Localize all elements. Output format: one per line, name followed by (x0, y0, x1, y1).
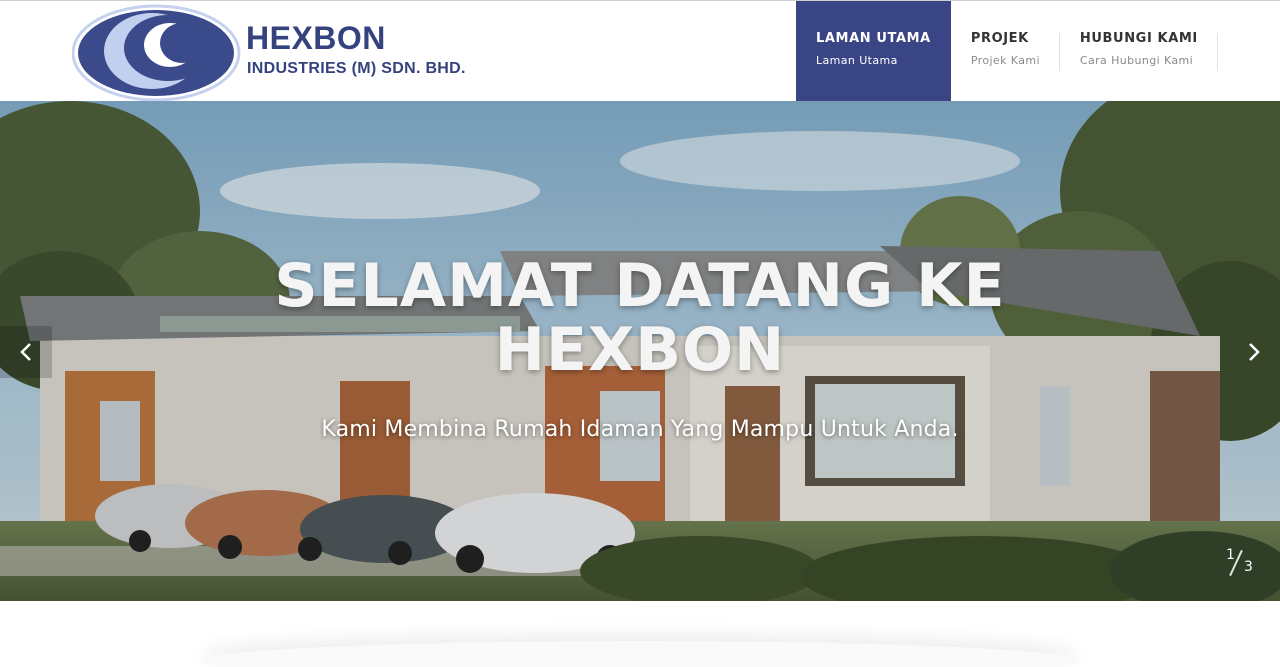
nav-divider (1216, 33, 1218, 71)
chevron-left-icon (20, 343, 31, 361)
slider-next-button[interactable] (1228, 326, 1280, 378)
slider-prev-button[interactable] (0, 326, 52, 378)
nav-item-subtitle: Laman Utama (816, 54, 898, 67)
hero-title: SELAMAT DATANG KE HEXBON (0, 254, 1280, 382)
main-nav: LAMAN UTAMA Laman Utama PROJEK Projek Ka… (796, 1, 1218, 102)
chevron-right-icon (1249, 343, 1260, 361)
site-header: HEXBON INDUSTRIES (M) SDN. BHD. LAMAN UT… (0, 0, 1280, 102)
hero-slider: SELAMAT DATANG KE HEXBON Kami Membina Ru… (0, 101, 1280, 601)
nav-item-hubungi-kami[interactable]: HUBUNGI KAMI Cara Hubungi Kami (1060, 1, 1218, 102)
section-shadow (200, 641, 1080, 667)
hero-subtitle: Kami Membina Rumah Idaman Yang Mampu Unt… (321, 417, 959, 442)
nav-item-title: LAMAN UTAMA (816, 31, 931, 46)
slide-current: 1 (1226, 547, 1235, 563)
brand-name: HEXBON (246, 20, 386, 56)
nav-item-title: PROJEK (970, 31, 1029, 46)
nav-item-subtitle: Projek Kami (970, 54, 1040, 67)
slide-total: 3 (1244, 559, 1253, 575)
nav-item-projek[interactable]: PROJEK Projek Kami (951, 1, 1060, 102)
nav-item-title: HUBUNGI KAMI (1079, 31, 1198, 46)
brand-subtitle: INDUSTRIES (M) SDN. BHD. (247, 60, 466, 77)
slide-counter: 1 3 (1222, 547, 1262, 579)
nav-item-subtitle: Cara Hubungi Kami (1079, 54, 1194, 67)
hero-title-line: HEXBON (494, 315, 786, 385)
nav-item-laman-utama[interactable]: LAMAN UTAMA Laman Utama (796, 1, 951, 102)
hero-title-line: SELAMAT DATANG KE (274, 251, 1006, 321)
logo-emblem-icon (72, 4, 241, 102)
content-section (0, 601, 1280, 667)
brand-logo[interactable]: HEXBON INDUSTRIES (M) SDN. BHD. (72, 4, 492, 102)
